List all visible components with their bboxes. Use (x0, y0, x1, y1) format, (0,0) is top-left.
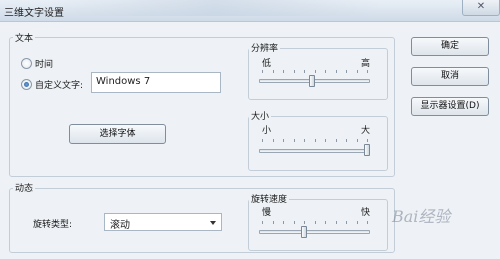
slider-tick (335, 70, 337, 73)
size-label: 大小 (249, 109, 272, 122)
slider-tick (356, 70, 358, 73)
slider-tick (262, 221, 263, 224)
watermark-logo: Bai经验 (392, 207, 451, 226)
window-title: 三维文字设置 (4, 8, 64, 19)
custom-text-input[interactable]: Windows 7 (91, 72, 221, 93)
slider-tick (293, 70, 295, 73)
slider-tick (325, 70, 326, 73)
rotation-speed-slow-label: 慢 (262, 208, 272, 218)
slider-tick (367, 70, 368, 73)
ok-button[interactable]: 确定 (411, 37, 489, 56)
slider-tick (304, 139, 305, 142)
size-slider-thumb[interactable] (364, 144, 370, 156)
rotation-type-select[interactable]: 滚动 (104, 213, 222, 231)
slider-tick (262, 139, 263, 142)
slider-tick (283, 221, 284, 224)
rotation-speed-slider-track[interactable] (259, 230, 370, 234)
custom-text-radio-label: 自定义文字: (35, 81, 84, 91)
slider-tick (293, 221, 295, 224)
custom-text-radio[interactable] (21, 79, 32, 90)
slider-tick (325, 221, 326, 224)
rotation-speed-fast-label: 快 (361, 208, 371, 218)
slider-tick (283, 139, 284, 142)
slider-tick (367, 139, 368, 142)
title-bar-gloss (50, 0, 380, 16)
rotation-type-value: 滚动 (110, 220, 130, 231)
slider-tick (346, 70, 347, 73)
cancel-button[interactable]: 取消 (411, 67, 489, 86)
slider-tick (272, 221, 274, 224)
slider-tick (314, 139, 316, 142)
slider-tick (272, 70, 274, 73)
rotation-speed-label: 旋转速度 (249, 192, 290, 205)
resolution-label: 分辨率 (249, 41, 281, 54)
choose-font-button[interactable]: 选择字体 (69, 124, 166, 144)
slider-tick (272, 139, 274, 142)
rotation-type-label: 旋转类型: (33, 220, 73, 230)
time-radio-label: 时间 (35, 60, 54, 70)
slider-tick (335, 139, 337, 142)
slider-tick (283, 70, 284, 73)
resolution-slider-thumb[interactable] (309, 75, 316, 87)
text-group-label: 文本 (13, 31, 36, 44)
slider-tick (304, 221, 305, 224)
slider-tick (314, 70, 316, 73)
slider-tick (262, 70, 263, 73)
slider-tick (346, 221, 347, 224)
size-slider-track[interactable] (259, 149, 370, 153)
rotation-speed-slider-thumb[interactable] (301, 226, 307, 238)
slider-tick (367, 221, 368, 224)
motion-group-label: 动态 (13, 181, 36, 194)
slider-tick (356, 221, 358, 224)
time-radio[interactable] (21, 58, 32, 69)
slider-tick (293, 139, 295, 142)
slider-tick (304, 70, 305, 73)
chevron-down-icon (210, 221, 216, 225)
resolution-low-label: 低 (262, 59, 272, 69)
slider-tick (346, 139, 347, 142)
size-large-label: 大 (361, 126, 371, 136)
slider-tick (335, 221, 337, 224)
display-settings-button[interactable]: 显示器设置(D) (411, 97, 489, 116)
close-button[interactable]: ✕ (462, 0, 500, 16)
resolution-high-label: 高 (361, 59, 371, 69)
slider-tick (356, 139, 358, 142)
slider-tick (314, 221, 316, 224)
slider-tick (325, 139, 326, 142)
size-small-label: 小 (262, 126, 272, 136)
